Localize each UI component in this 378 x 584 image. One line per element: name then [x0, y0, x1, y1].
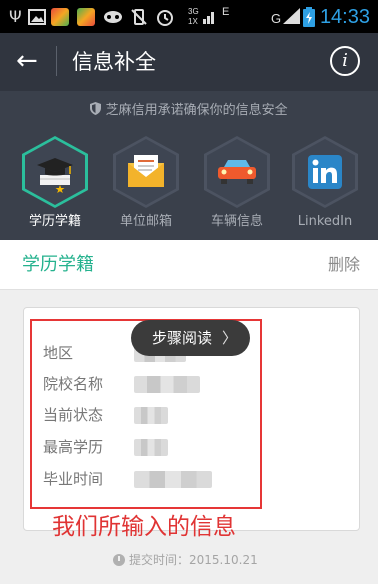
- app-icon: [51, 8, 69, 26]
- graduation-cap-icon: [34, 155, 76, 197]
- section-title: 学历学籍: [22, 254, 94, 275]
- category-tab-education[interactable]: 学历学籍: [15, 133, 95, 233]
- security-promise: 芝麻信用承诺确保你的信息安全: [0, 102, 378, 120]
- app-bar-divider: [56, 46, 57, 76]
- category-tab-email[interactable]: 单位邮箱: [106, 133, 186, 233]
- step-reading-label: 步骤阅读: [152, 329, 213, 347]
- category-tab-linkedin[interactable]: LinkedIn: [285, 133, 365, 233]
- delete-button[interactable]: 删除: [328, 254, 360, 276]
- step-reading-button[interactable]: 步骤阅读 〉: [131, 320, 250, 356]
- car-icon: [216, 157, 258, 191]
- signal-icon: [203, 7, 217, 27]
- submit-time-value: 2015.10.21: [189, 553, 258, 567]
- chevron-right-icon: 〉: [221, 329, 237, 347]
- clock-icon: [113, 554, 125, 566]
- linkedin-icon: [308, 155, 342, 193]
- usb-icon: Ψ: [9, 7, 22, 26]
- app-bar: ← 信息补全 i: [0, 33, 378, 91]
- shield-icon: [90, 102, 105, 118]
- gamepad-icon: [103, 7, 123, 27]
- section-header: 学历学籍 删除: [0, 240, 378, 290]
- status-bar: Ψ 3G 1X E G 14:33: [0, 0, 378, 33]
- category-tab-vehicle[interactable]: 车辆信息: [197, 133, 277, 233]
- envelope-icon: [126, 153, 166, 193]
- security-promise-text: 芝麻信用承诺确保你的信息安全: [105, 103, 288, 118]
- network-type-top: 3G: [188, 7, 199, 16]
- clock-time: 14:33: [319, 6, 370, 28]
- category-label: 车辆信息: [210, 214, 263, 229]
- signal-letter-g: G: [271, 11, 282, 26]
- submit-time-label: 提交时间：: [129, 553, 190, 567]
- alarm-icon: [156, 7, 174, 27]
- category-label: 学历学籍: [28, 214, 81, 229]
- no-vibration-icon: [130, 7, 148, 27]
- signal-icon: [283, 7, 301, 27]
- category-header: 芝麻信用承诺确保你的信息安全 学历学籍 单位邮箱 车辆信息 LinkedIn: [0, 91, 378, 240]
- battery-icon: [303, 7, 315, 27]
- annotation-text: 我们所输入的信息: [52, 514, 236, 540]
- category-label: 单位邮箱: [119, 214, 172, 229]
- category-label: LinkedIn: [297, 214, 353, 229]
- signal-letter-e: E: [222, 6, 230, 18]
- image-icon: [28, 7, 46, 27]
- back-arrow-icon[interactable]: ←: [16, 45, 46, 77]
- app-icon: [77, 8, 95, 26]
- info-icon[interactable]: i: [330, 46, 360, 76]
- network-type-bottom: 1X: [188, 17, 198, 26]
- submit-time: 提交时间：2015.10.21: [113, 551, 258, 569]
- page-title: 信息补全: [72, 50, 156, 74]
